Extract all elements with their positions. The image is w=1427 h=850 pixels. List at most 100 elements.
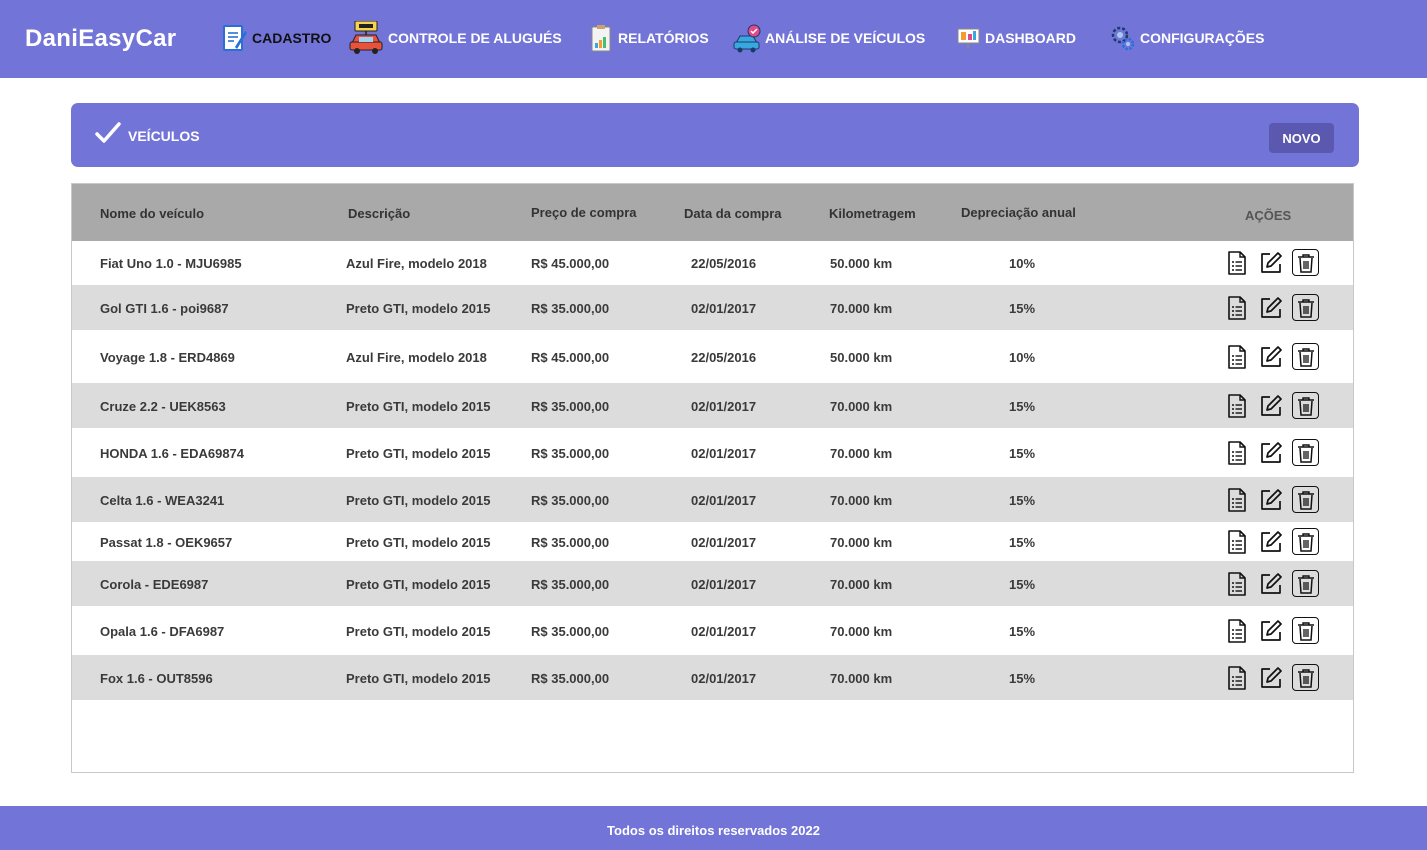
nav-relatorios[interactable]: RELATÓRIOS bbox=[590, 20, 709, 56]
cell-depreciation: 10% bbox=[1009, 256, 1036, 271]
cell-purchase-price: R$ 35.000,00 bbox=[531, 301, 610, 316]
nav-controle-alugues[interactable]: CONTROLE DE ALUGUÉS bbox=[348, 20, 562, 56]
cell-description: Azul Fire, modelo 2018 bbox=[346, 256, 487, 271]
edit-pencil-icon[interactable] bbox=[1258, 250, 1284, 276]
details-document-icon[interactable] bbox=[1224, 487, 1250, 513]
cell-mileage: 70.000 km bbox=[830, 446, 893, 461]
column-header-price: Preço de compra bbox=[531, 205, 637, 220]
table-row: Opala 1.6 - DFA6987 Preto GTI, modelo 201… bbox=[72, 606, 1353, 655]
delete-trash-icon[interactable] bbox=[1292, 294, 1319, 321]
cell-purchase-date: 22/05/2016 bbox=[691, 350, 757, 365]
details-document-icon[interactable] bbox=[1224, 250, 1250, 276]
cell-purchase-date: 02/01/2017 bbox=[691, 577, 757, 592]
edit-pencil-icon[interactable] bbox=[1258, 571, 1284, 597]
cell-purchase-date: 02/01/2017 bbox=[691, 535, 757, 550]
details-document-icon[interactable] bbox=[1224, 665, 1250, 691]
delete-trash-icon[interactable] bbox=[1292, 392, 1319, 419]
delete-trash-icon[interactable] bbox=[1292, 343, 1319, 370]
nav-configuracoes[interactable]: CONFIGURAÇÕES bbox=[1110, 20, 1264, 56]
table-header: Nome do veículo Descrição Preço de compr… bbox=[72, 184, 1353, 241]
cell-vehicle-name: Opala 1.6 - DFA6987 bbox=[100, 624, 225, 639]
vehicles-table: Nome do veículo Descrição Preço de compr… bbox=[71, 183, 1354, 773]
cell-purchase-date: 02/01/2017 bbox=[691, 301, 757, 316]
edit-pencil-icon[interactable] bbox=[1258, 295, 1284, 321]
top-navigation-bar: DaniEasyCar CADASTRO CONTROLE DE ALUGUÉS… bbox=[0, 0, 1427, 78]
cell-purchase-price: R$ 35.000,00 bbox=[531, 624, 610, 639]
cell-vehicle-name: Corola - EDE6987 bbox=[100, 577, 209, 592]
edit-pencil-icon[interactable] bbox=[1258, 440, 1284, 466]
footer-copyright: Todos os direitos reservados 2022 bbox=[607, 823, 820, 838]
register-form-icon bbox=[222, 23, 252, 53]
edit-pencil-icon[interactable] bbox=[1258, 344, 1284, 370]
details-document-icon[interactable] bbox=[1224, 440, 1250, 466]
cell-mileage: 70.000 km bbox=[830, 671, 893, 686]
cell-mileage: 70.000 km bbox=[830, 301, 893, 316]
cell-vehicle-name: Gol GTI 1.6 - poi9687 bbox=[100, 301, 229, 316]
cell-vehicle-name: Fox 1.6 - OUT8596 bbox=[100, 671, 213, 686]
cell-depreciation: 15% bbox=[1009, 671, 1036, 686]
nav-cadastro[interactable]: CADASTRO bbox=[222, 20, 331, 56]
nav-label: DASHBOARD bbox=[985, 30, 1076, 46]
nav-analise-veiculos[interactable]: ANÁLISE DE VEÍCULOS bbox=[733, 20, 925, 56]
cell-purchase-price: R$ 45.000,00 bbox=[531, 350, 610, 365]
brand-logo[interactable]: DaniEasyCar bbox=[25, 25, 176, 53]
cell-purchase-price: R$ 35.000,00 bbox=[531, 493, 610, 508]
cell-purchase-price: R$ 35.000,00 bbox=[531, 446, 610, 461]
details-document-icon[interactable] bbox=[1224, 344, 1250, 370]
cell-depreciation: 15% bbox=[1009, 493, 1036, 508]
new-vehicle-button[interactable]: NOVO bbox=[1269, 123, 1334, 153]
column-header-name: Nome do veículo bbox=[100, 206, 205, 221]
row-actions bbox=[1224, 439, 1319, 466]
edit-pencil-icon[interactable] bbox=[1258, 487, 1284, 513]
cell-description: Preto GTI, modelo 2015 bbox=[346, 399, 491, 414]
cell-depreciation: 15% bbox=[1009, 624, 1036, 639]
delete-trash-icon[interactable] bbox=[1292, 439, 1319, 466]
details-document-icon[interactable] bbox=[1224, 618, 1250, 644]
details-document-icon[interactable] bbox=[1224, 529, 1250, 555]
nav-dashboard[interactable]: DASHBOARD bbox=[957, 20, 1076, 56]
nav-label: RELATÓRIOS bbox=[618, 30, 709, 46]
cell-purchase-price: R$ 35.000,00 bbox=[531, 577, 610, 592]
row-actions bbox=[1224, 343, 1319, 370]
edit-pencil-icon[interactable] bbox=[1258, 393, 1284, 419]
delete-trash-icon[interactable] bbox=[1292, 486, 1319, 513]
edit-pencil-icon[interactable] bbox=[1258, 665, 1284, 691]
cell-purchase-date: 02/01/2017 bbox=[691, 671, 757, 686]
cell-description: Preto GTI, modelo 2015 bbox=[346, 446, 491, 461]
report-clipboard-icon bbox=[590, 23, 618, 53]
cell-depreciation: 15% bbox=[1009, 535, 1036, 550]
edit-pencil-icon[interactable] bbox=[1258, 529, 1284, 555]
column-header-depreciation: Depreciação anual bbox=[961, 205, 1076, 220]
table-row: Corola - EDE6987 Preto GTI, modelo 2015 R$… bbox=[72, 561, 1353, 606]
table-row: Voyage 1.8 - ERD4869 Azul Fire, modelo 20… bbox=[72, 331, 1353, 383]
cell-depreciation: 15% bbox=[1009, 446, 1036, 461]
edit-pencil-icon[interactable] bbox=[1258, 618, 1284, 644]
details-document-icon[interactable] bbox=[1224, 571, 1250, 597]
cell-vehicle-name: Voyage 1.8 - ERD4869 bbox=[100, 350, 235, 365]
details-document-icon[interactable] bbox=[1224, 393, 1250, 419]
cell-mileage: 70.000 km bbox=[830, 399, 893, 414]
vehicle-analysis-icon bbox=[733, 23, 765, 53]
details-document-icon[interactable] bbox=[1224, 295, 1250, 321]
cell-purchase-price: R$ 35.000,00 bbox=[531, 535, 610, 550]
cell-depreciation: 15% bbox=[1009, 301, 1036, 316]
delete-trash-icon[interactable] bbox=[1292, 528, 1319, 555]
cell-vehicle-name: Celta 1.6 - WEA3241 bbox=[100, 493, 225, 508]
checkmark-icon bbox=[95, 121, 121, 150]
cell-purchase-price: R$ 35.000,00 bbox=[531, 399, 610, 414]
cell-purchase-date: 02/01/2017 bbox=[691, 399, 757, 414]
cell-description: Azul Fire, modelo 2018 bbox=[346, 350, 487, 365]
cell-description: Preto GTI, modelo 2015 bbox=[346, 493, 491, 508]
delete-trash-icon[interactable] bbox=[1292, 570, 1319, 597]
nav-label: CONFIGURAÇÕES bbox=[1140, 30, 1265, 46]
delete-trash-icon[interactable] bbox=[1292, 617, 1319, 644]
cell-purchase-price: R$ 45.000,00 bbox=[531, 256, 610, 271]
delete-trash-icon[interactable] bbox=[1292, 664, 1319, 691]
row-actions bbox=[1224, 528, 1319, 555]
nav-label: ANÁLISE DE VEÍCULOS bbox=[765, 30, 926, 46]
cell-depreciation: 15% bbox=[1009, 399, 1036, 414]
delete-trash-icon[interactable] bbox=[1292, 249, 1319, 276]
cell-purchase-price: R$ 35.000,00 bbox=[531, 671, 610, 686]
table-row: Fox 1.6 - OUT8596 Preto GTI, modelo 2015 R… bbox=[72, 655, 1353, 700]
dashboard-board-icon bbox=[957, 25, 985, 51]
